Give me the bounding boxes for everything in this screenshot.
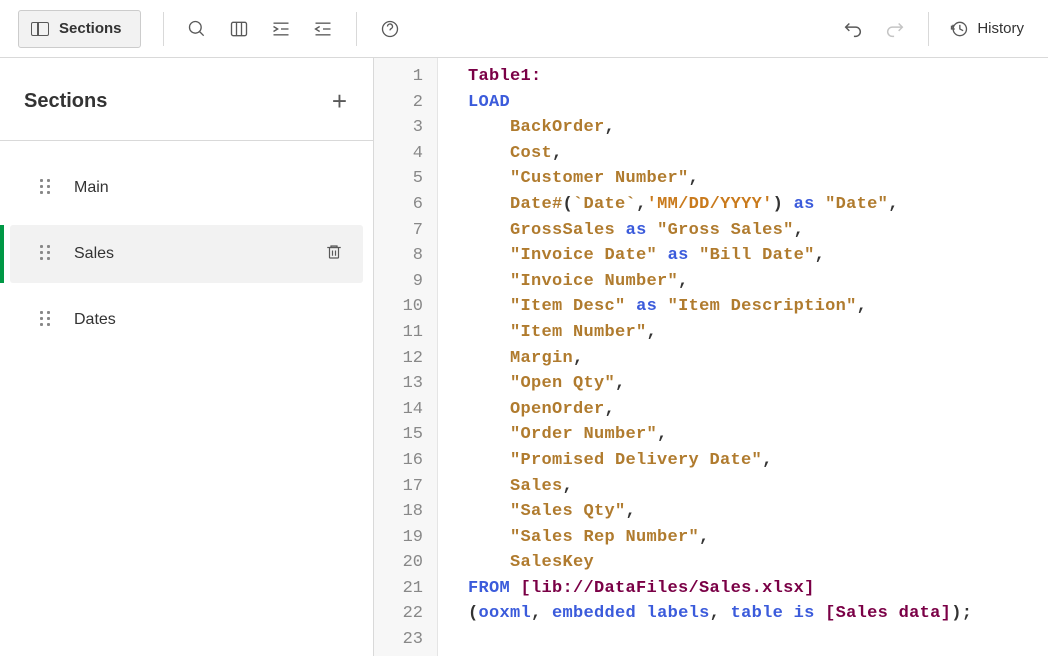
sidebar-title: Sections bbox=[24, 90, 107, 113]
drag-handle-icon[interactable] bbox=[40, 245, 50, 263]
section-label: Dates bbox=[74, 311, 343, 329]
delete-section-button[interactable] bbox=[325, 242, 343, 267]
outdent-button[interactable] bbox=[304, 10, 342, 48]
outdent-icon bbox=[313, 19, 333, 39]
indent-icon bbox=[271, 19, 291, 39]
line-number: 5 bbox=[374, 166, 437, 192]
line-number: 2 bbox=[374, 90, 437, 116]
drag-handle-icon[interactable] bbox=[40, 311, 50, 329]
line-number: 22 bbox=[374, 601, 437, 627]
help-button[interactable] bbox=[371, 10, 409, 48]
line-number: 21 bbox=[374, 576, 437, 602]
section-item-dates[interactable]: Dates bbox=[10, 291, 363, 349]
line-number: 1 bbox=[374, 64, 437, 90]
comment-icon bbox=[229, 19, 249, 39]
line-number: 11 bbox=[374, 320, 437, 346]
line-number: 9 bbox=[374, 269, 437, 295]
line-number: 13 bbox=[374, 371, 437, 397]
line-gutter: 1234567891011121314151617181920212223 bbox=[374, 58, 438, 656]
line-number: 12 bbox=[374, 346, 437, 372]
redo-button[interactable] bbox=[876, 10, 914, 48]
line-number: 10 bbox=[374, 294, 437, 320]
line-number: 19 bbox=[374, 525, 437, 551]
line-number: 17 bbox=[374, 474, 437, 500]
comment-toggle-button[interactable] bbox=[220, 10, 258, 48]
line-number: 8 bbox=[374, 243, 437, 269]
line-number: 16 bbox=[374, 448, 437, 474]
history-label: History bbox=[977, 20, 1024, 37]
line-number: 14 bbox=[374, 397, 437, 423]
sections-toggle-label: Sections bbox=[59, 20, 122, 37]
section-item-main[interactable]: Main bbox=[10, 159, 363, 217]
search-icon bbox=[187, 19, 207, 39]
code-area[interactable]: Table1:LOAD BackOrder, Cost, "Customer N… bbox=[438, 58, 1048, 656]
section-label: Sales bbox=[74, 245, 301, 263]
drag-handle-icon[interactable] bbox=[40, 179, 50, 197]
undo-button[interactable] bbox=[834, 10, 872, 48]
add-section-button[interactable]: + bbox=[332, 88, 347, 114]
divider bbox=[163, 12, 164, 46]
history-icon bbox=[949, 19, 969, 39]
divider bbox=[356, 12, 357, 46]
indent-button[interactable] bbox=[262, 10, 300, 48]
line-number: 3 bbox=[374, 115, 437, 141]
sections-list: Main Sales Dates bbox=[0, 159, 373, 349]
section-label: Main bbox=[74, 179, 343, 197]
help-icon bbox=[380, 19, 400, 39]
line-number: 4 bbox=[374, 141, 437, 167]
section-item-sales[interactable]: Sales bbox=[10, 225, 363, 283]
history-button[interactable]: History bbox=[943, 19, 1030, 39]
search-button[interactable] bbox=[178, 10, 216, 48]
line-number: 15 bbox=[374, 422, 437, 448]
sidebar-header: Sections + bbox=[0, 76, 373, 126]
toolbar: Sections bbox=[0, 0, 1048, 58]
line-number: 18 bbox=[374, 499, 437, 525]
sections-sidebar: Sections + Main Sales Dates bbox=[0, 58, 374, 656]
panel-icon bbox=[31, 22, 49, 36]
line-number: 23 bbox=[374, 627, 437, 653]
script-editor[interactable]: 1234567891011121314151617181920212223 Ta… bbox=[374, 58, 1048, 656]
line-number: 7 bbox=[374, 218, 437, 244]
redo-icon bbox=[884, 18, 906, 40]
sections-toggle-button[interactable]: Sections bbox=[18, 10, 141, 48]
line-number: 6 bbox=[374, 192, 437, 218]
line-number: 20 bbox=[374, 550, 437, 576]
divider bbox=[928, 12, 929, 46]
undo-icon bbox=[842, 18, 864, 40]
